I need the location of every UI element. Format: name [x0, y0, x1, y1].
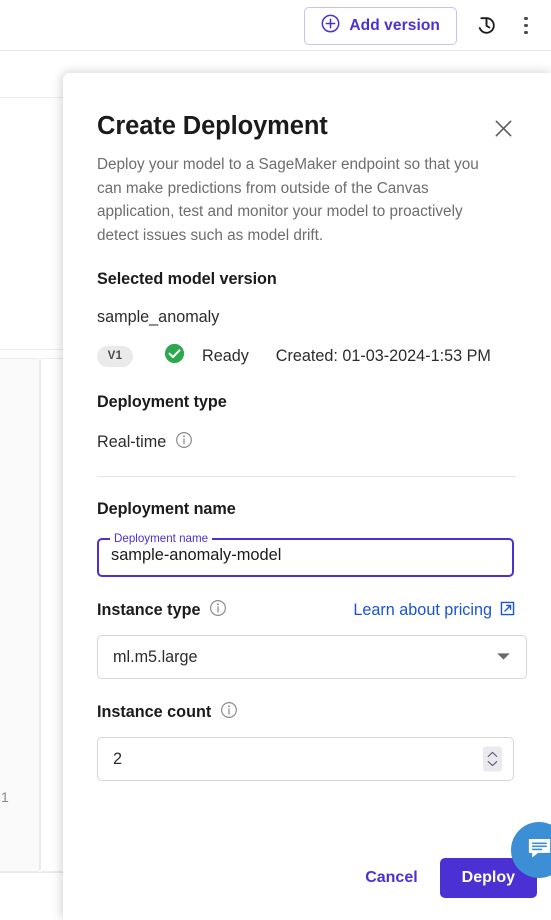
instance-type-heading: Instance type	[97, 601, 201, 620]
instance-type-label: Instance type	[97, 599, 227, 622]
status-badge: Ready	[202, 346, 249, 365]
dialog-description: Deploy your model to a SageMaker endpoin…	[97, 156, 479, 244]
learn-about-pricing-link[interactable]: Learn about pricing	[353, 600, 516, 622]
external-link-icon	[499, 600, 516, 622]
toolbar-actions: Add version	[304, 0, 537, 51]
close-icon	[493, 120, 514, 142]
pricing-link-label: Learn about pricing	[353, 601, 492, 620]
deployment-name-input[interactable]	[97, 533, 514, 578]
model-name: sample_anomaly	[97, 308, 220, 327]
created-timestamp: Created: 01-03-2024-1:53 PM	[275, 346, 491, 365]
stepper-up-icon	[487, 752, 498, 758]
info-icon[interactable]	[175, 431, 193, 454]
instance-count-heading: Instance count	[97, 703, 212, 722]
instance-count-field[interactable]: 2	[97, 737, 514, 782]
plus-circle-icon	[321, 14, 340, 38]
close-button[interactable]	[493, 118, 514, 139]
deployment-type-value: Real-time	[97, 433, 167, 452]
quantity-stepper[interactable]	[483, 746, 502, 772]
page-title: Create Deployment	[97, 112, 328, 140]
dialog-body: Create Deployment Deploy your model to a…	[97, 73, 527, 782]
add-version-button[interactable]: Add version	[304, 6, 457, 45]
info-icon[interactable]	[209, 599, 227, 622]
version-badge: V1	[97, 345, 133, 367]
section-divider	[97, 476, 516, 478]
background-card-top	[0, 97, 65, 350]
instance-type-select[interactable]: ml.m5.large	[97, 635, 527, 680]
kebab-menu-icon[interactable]	[515, 13, 537, 39]
instance-type-label-row: Instance type Learn about pricing	[97, 599, 516, 622]
dialog-header: Create Deployment	[97, 73, 517, 140]
instance-count-label-row: Instance count	[97, 701, 516, 724]
chat-bubble-icon	[526, 834, 551, 866]
deployment-type-heading: Deployment type	[97, 393, 227, 412]
chevron-down-icon	[497, 648, 510, 666]
cancel-button[interactable]: Cancel	[351, 859, 431, 897]
app-root: Add version 21	[0, 0, 551, 920]
create-deployment-dialog: Create Deployment Deploy your model to a…	[63, 73, 551, 920]
top-toolbar: Add version	[0, 0, 551, 51]
instance-count-value: 2	[113, 749, 123, 768]
dialog-footer: Cancel Deploy	[351, 858, 537, 898]
history-clock-icon[interactable]	[471, 11, 501, 41]
deployment-name-field[interactable]: Deployment name	[97, 533, 514, 578]
instance-type-value: ml.m5.large	[113, 647, 198, 666]
deployment-name-heading: Deployment name	[97, 500, 236, 519]
selected-model-version-heading: Selected model version	[97, 270, 277, 289]
add-version-label: Add version	[349, 16, 440, 34]
info-icon[interactable]	[220, 701, 238, 724]
model-version-row: V1 Ready Created: 01-03-2024-1:53 PM	[97, 342, 517, 370]
deployment-type-row: Real-time	[97, 431, 517, 454]
stepper-down-icon	[487, 761, 498, 767]
background-text-snippet: 21	[0, 789, 9, 805]
check-circle-icon	[163, 342, 186, 370]
instance-count-label: Instance count	[97, 701, 238, 724]
